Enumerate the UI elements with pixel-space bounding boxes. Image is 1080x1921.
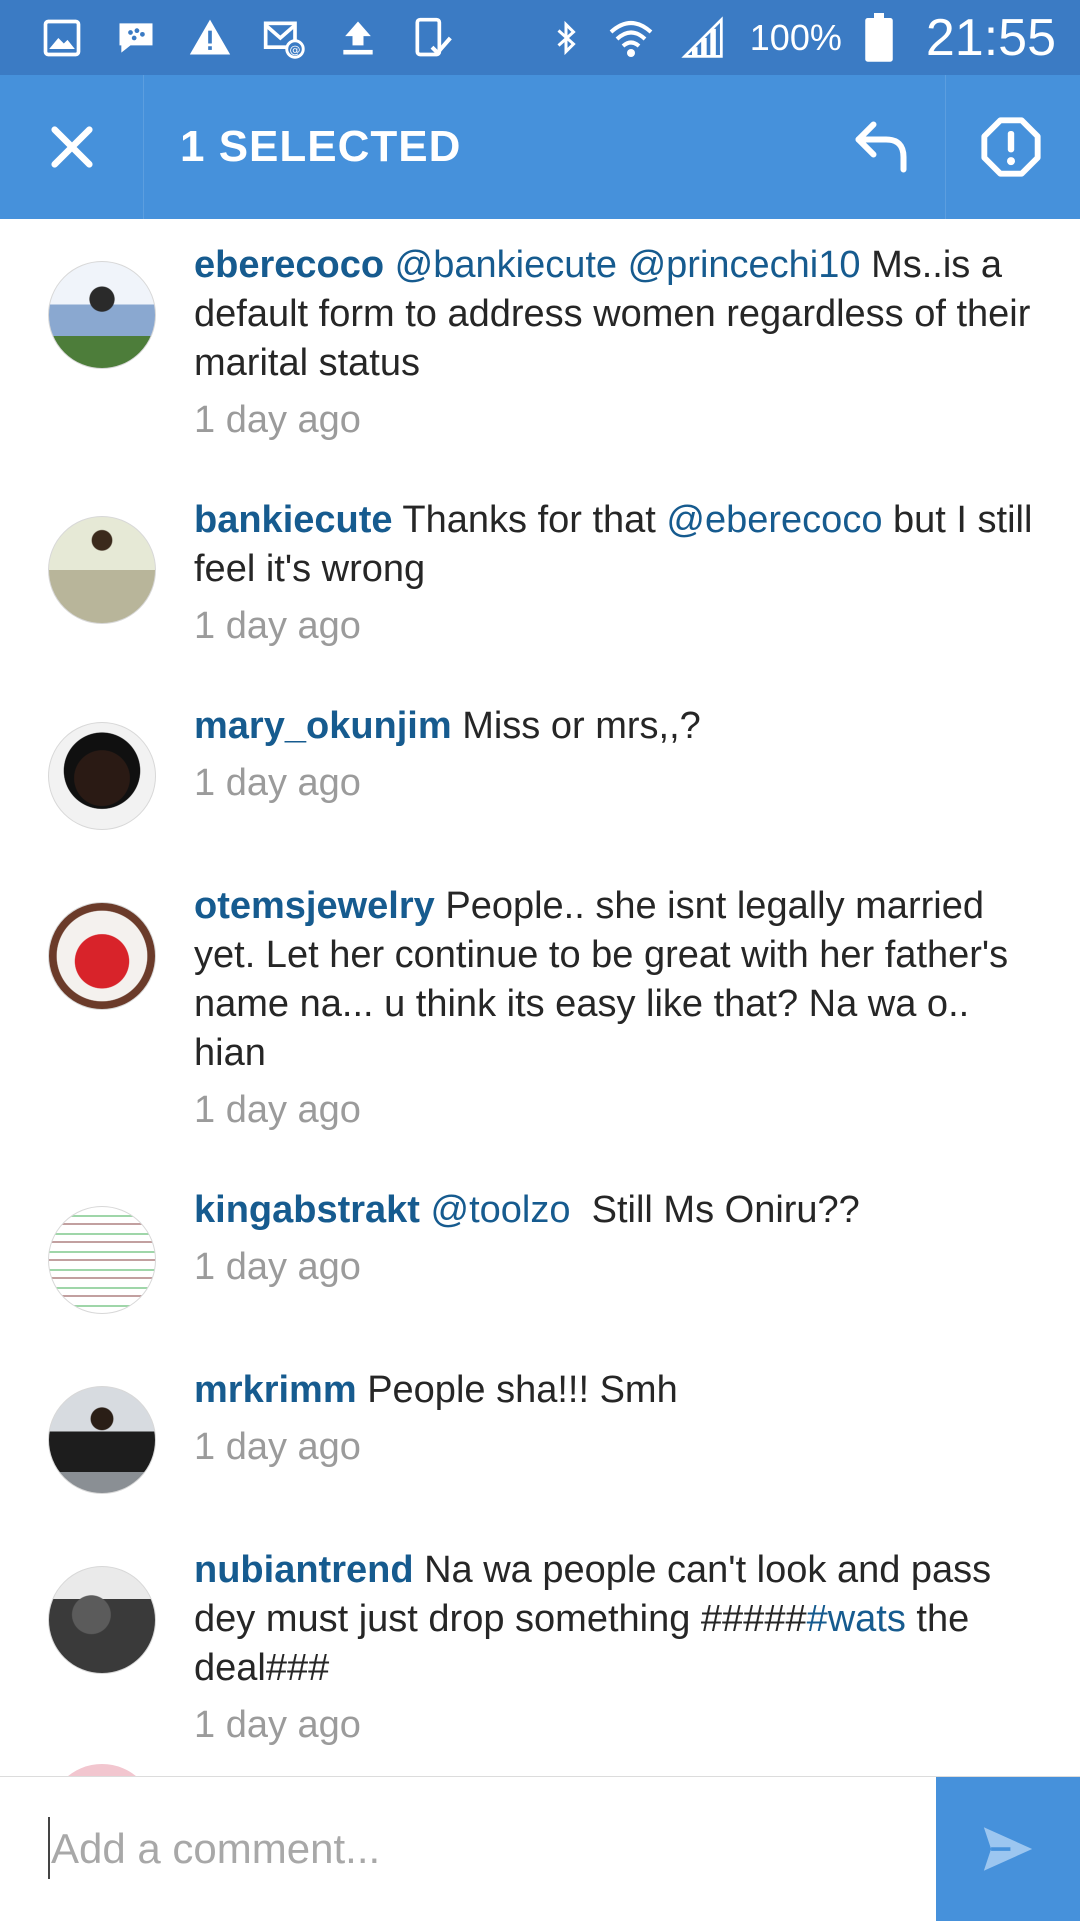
comment-item[interactable]: nubiantrend Na wa people can't look and … [0,1546,1080,1749]
comment-timestamp: 1 day ago [194,762,361,804]
comment-input[interactable] [0,1777,936,1920]
selection-app-bar: 1 SELECTED [0,75,1080,219]
bluetooth-icon [548,16,584,60]
close-button[interactable] [0,75,144,219]
avatar[interactable] [48,902,156,1010]
selection-count-title: 1 SELECTED [180,122,462,171]
comment-timestamp: 1 day ago [194,1089,361,1131]
avatar[interactable] [48,516,156,624]
text-cursor [48,1817,50,1879]
mention-link[interactable]: @eberecoco [666,499,882,541]
comment-body: People sha!!! Smh [356,1369,678,1411]
comment-timestamp: 1 day ago [194,399,361,441]
comment-item[interactable]: mrkrimm People sha!!! Smh 1 day ago [0,1366,1080,1494]
send-button[interactable] [936,1777,1080,1921]
status-bar: @ 100% 21:55 [0,0,1080,75]
comment-body: Miss or mrs,,? [451,705,701,747]
close-icon [50,126,93,168]
avatar[interactable] [48,1566,156,1674]
comment-item[interactable]: mary_okunjim Miss or mrs,,? 1 day ago [0,702,1080,830]
comment-text: mary_okunjim Miss or mrs,,? [194,702,1040,751]
comment-text: eberecoco @bankiecute @princechi10 Ms..i… [194,241,1040,388]
comment-list[interactable]: eberecoco @bankiecute @princechi10 Ms..i… [0,219,1080,1776]
avatar[interactable] [48,1386,156,1494]
comment-timestamp: 1 day ago [194,605,361,647]
reply-icon [855,121,906,173]
comment-timestamp: 1 day ago [194,1246,361,1288]
battery-icon [864,12,894,63]
username-link[interactable]: bankiecute [194,499,393,541]
report-button[interactable] [946,75,1076,219]
comment-text: bankiecute Thanks for that @eberecoco bu… [194,496,1040,594]
send-icon [983,1827,1033,1871]
comment-text: otemsjewelry People.. she isnt legally m… [194,882,1040,1078]
username-link[interactable]: nubiantrend [194,1549,414,1591]
comment-item[interactable]: eberecoco @bankiecute @princechi10 Ms..i… [0,241,1080,444]
comment-body: Thanks for that [392,499,667,541]
svg-text:@: @ [290,43,301,56]
comment-composer [0,1776,1080,1921]
comment-text: mrkrimm People sha!!! Smh [194,1366,1040,1415]
notification-icons: @ [40,16,454,60]
comment-body: Still Ms Oniru?? [570,1189,860,1231]
avatar[interactable] [48,261,156,369]
comment-item[interactable]: otemsjewelry People.. she isnt legally m… [0,882,1080,1134]
username-link[interactable]: kingabstrakt [194,1189,420,1231]
battery-percent: 100% [749,16,842,58]
gallery-icon [40,16,84,60]
signal-icon [678,15,728,60]
username-link[interactable]: eberecoco [194,244,384,286]
comment-text: kingabstrakt @toolzo Still Ms Oniru?? [194,1186,1040,1235]
avatar[interactable] [48,1206,156,1314]
comment-timestamp: 1 day ago [194,1426,361,1468]
warning-icon [188,16,232,60]
upload-icon [336,16,380,60]
mention-link[interactable]: @toolzo [431,1189,571,1231]
avatar[interactable] [48,722,156,830]
email-icon: @ [262,16,306,60]
report-icon [981,117,1041,177]
bbm-message-icon [114,16,158,60]
clock: 21:55 [925,8,1056,67]
comment-timestamp: 1 day ago [194,1704,361,1746]
username-link[interactable]: otemsjewelry [194,885,435,927]
mention-link[interactable]: @bankiecute @princechi10 [395,244,861,286]
comment-item[interactable]: kingabstrakt @toolzo Still Ms Oniru?? 1 … [0,1186,1080,1314]
device-check-icon [410,16,454,60]
username-link[interactable]: mary_okunjim [194,705,452,747]
username-link[interactable]: mrkrimm [194,1369,357,1411]
comment-item[interactable]: bankiecute Thanks for that @eberecoco bu… [0,496,1080,650]
reply-button[interactable] [816,75,946,219]
comment-text: nubiantrend Na wa people can't look and … [194,1546,1040,1693]
wifi-icon [606,14,656,62]
hashtag-link[interactable]: #wats [807,1598,906,1640]
